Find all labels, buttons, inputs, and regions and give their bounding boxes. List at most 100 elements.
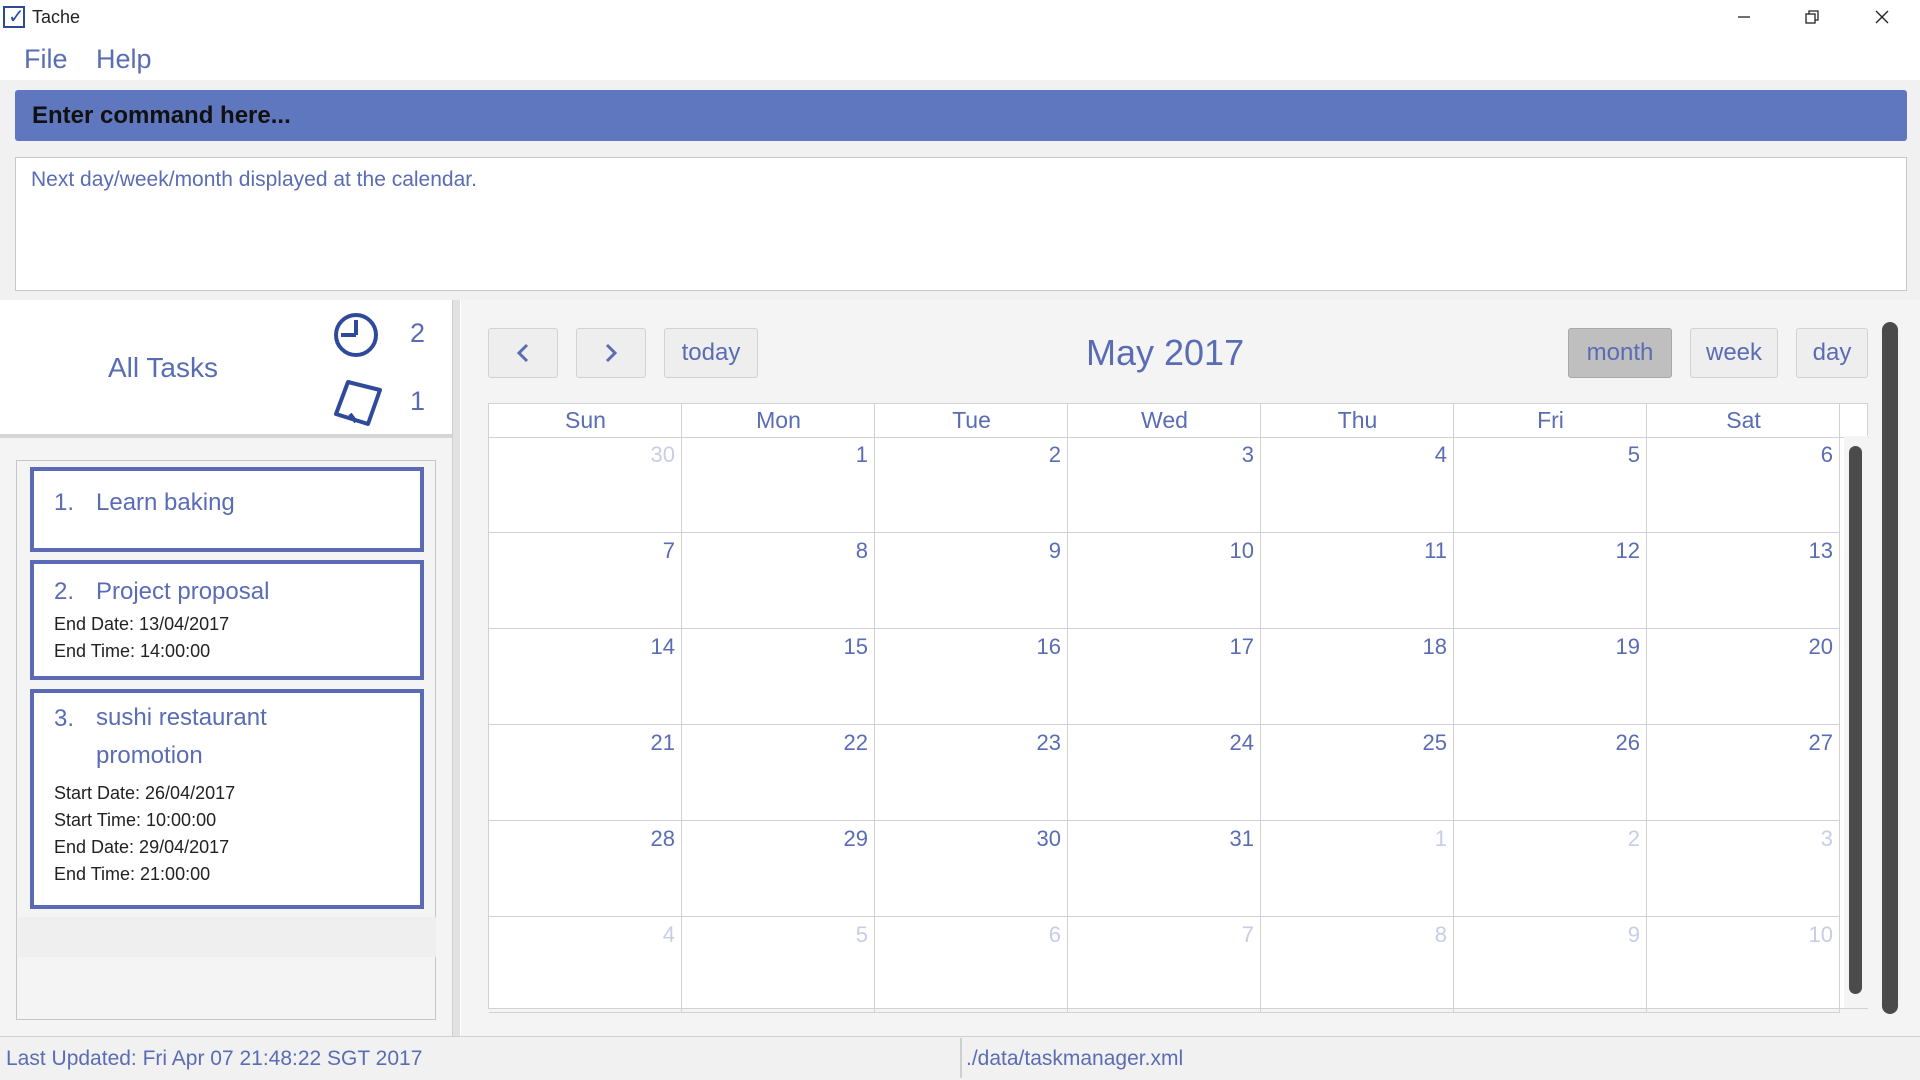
calendar-day-number: 31 bbox=[1229, 826, 1254, 851]
calendar-day-cell[interactable]: 10 bbox=[1068, 533, 1261, 629]
chevron-right-icon bbox=[605, 343, 618, 363]
calendar-day-cell[interactable]: 2 bbox=[875, 437, 1068, 533]
task-card[interactable]: 3. sushi restaurant promotion Start Date:… bbox=[30, 689, 424, 909]
task-name: Learn baking bbox=[96, 489, 235, 516]
calendar-day-cell[interactable]: 9 bbox=[875, 533, 1068, 629]
close-button[interactable] bbox=[1848, 0, 1916, 34]
status-separator bbox=[960, 1038, 962, 1078]
task-index: 1. bbox=[54, 489, 75, 516]
calendar-day-number: 15 bbox=[843, 634, 868, 659]
calendar-day-number: 11 bbox=[1424, 538, 1447, 563]
calendar-day-number: 14 bbox=[650, 634, 675, 659]
calendar-day-number: 9 bbox=[1627, 922, 1640, 947]
today-button[interactable]: today bbox=[664, 328, 758, 378]
calendar-day-cell[interactable]: 7 bbox=[489, 533, 682, 629]
calendar-day-cell[interactable]: 6 bbox=[1647, 437, 1840, 533]
prev-button[interactable] bbox=[488, 328, 558, 378]
calendar-day-cell[interactable]: 4 bbox=[1261, 437, 1454, 533]
calendar-day-cell[interactable]: 8 bbox=[682, 533, 875, 629]
calendar-day-cell[interactable]: 25 bbox=[1261, 725, 1454, 821]
calendar-day-cell[interactable]: 12 bbox=[1454, 533, 1647, 629]
calendar-grid: Sun Mon Tue Wed Thu Fri Sat 30 1 2 3 4 5 6 7 8 9 10 11 12 1… bbox=[488, 403, 1869, 1013]
calendar-day-cell[interactable]: 15 bbox=[682, 629, 875, 725]
calendar-day-number: 10 bbox=[1229, 538, 1254, 563]
calendar-day-cell[interactable]: 7 bbox=[1068, 917, 1261, 1013]
window-title: Tache bbox=[32, 7, 81, 27]
task-list[interactable]: 1. Learn baking 2. Project proposal End Da… bbox=[16, 460, 436, 1020]
menu-help[interactable]: Help bbox=[96, 44, 152, 75]
calendar-day-cell[interactable]: 22 bbox=[682, 725, 875, 821]
calendar-day-cell[interactable]: 1 bbox=[1261, 821, 1454, 917]
next-button[interactable] bbox=[576, 328, 646, 378]
calendar-title: May 2017 bbox=[1086, 332, 1245, 373]
floating-count: 1 bbox=[410, 386, 426, 416]
calendar-day-number: 10 bbox=[1808, 922, 1833, 947]
calendar-day-cell[interactable]: 2 bbox=[1454, 821, 1647, 917]
calendar-scrollbar[interactable] bbox=[1849, 446, 1862, 994]
menu-file[interactable]: File bbox=[24, 44, 68, 75]
calendar-day-number: 22 bbox=[843, 730, 868, 755]
calendar-day-cell[interactable]: 1 bbox=[682, 437, 875, 533]
calendar-day-number: 2 bbox=[1048, 442, 1061, 467]
window-scrollbar[interactable] bbox=[1882, 322, 1898, 1014]
minimize-button[interactable] bbox=[1710, 0, 1778, 34]
calendar-day-cell[interactable]: 11 bbox=[1261, 533, 1454, 629]
calendar-day-number: 8 bbox=[855, 538, 868, 563]
calendar-day-cell[interactable]: 17 bbox=[1068, 629, 1261, 725]
status-file-path: ./data/taskmanager.xml bbox=[966, 1047, 1184, 1070]
calendar-day-cell[interactable]: 30 bbox=[875, 821, 1068, 917]
calendar-day-cell[interactable]: 20 bbox=[1647, 629, 1840, 725]
calendar-day-cell[interactable]: 9 bbox=[1454, 917, 1647, 1013]
calendar-day-cell[interactable]: 26 bbox=[1454, 725, 1647, 821]
panel-divider[interactable] bbox=[452, 300, 460, 1036]
weekday-label: Sun bbox=[565, 407, 606, 433]
result-display: Next day/week/month displayed at the cal… bbox=[15, 157, 1907, 291]
calendar-day-cell[interactable]: 8 bbox=[1261, 917, 1454, 1013]
calendar-day-number: 13 bbox=[1808, 538, 1833, 563]
restore-button[interactable] bbox=[1778, 0, 1846, 34]
calendar-day-cell[interactable]: 29 bbox=[682, 821, 875, 917]
restore-icon bbox=[1805, 10, 1819, 24]
calendar-day-cell[interactable]: 30 bbox=[489, 437, 682, 533]
calendar-day-cell[interactable]: 5 bbox=[682, 917, 875, 1013]
clock-icon bbox=[332, 311, 380, 359]
week-view-button[interactable]: week bbox=[1690, 328, 1778, 378]
calendar-day-cell[interactable]: 28 bbox=[489, 821, 682, 917]
minimize-icon bbox=[1738, 16, 1750, 18]
calendar-day-cell[interactable]: 4 bbox=[489, 917, 682, 1013]
calendar-day-cell[interactable]: 23 bbox=[875, 725, 1068, 821]
calendar-day-cell[interactable]: 19 bbox=[1454, 629, 1647, 725]
calendar-day-cell[interactable]: 14 bbox=[489, 629, 682, 725]
calendar-day-number: 20 bbox=[1808, 634, 1833, 659]
list-row-stripe bbox=[18, 917, 436, 957]
calendar-day-cell[interactable]: 13 bbox=[1647, 533, 1840, 629]
calendar-day-number: 9 bbox=[1048, 538, 1061, 563]
calendar-day-cell[interactable]: 10 bbox=[1647, 917, 1840, 1013]
all-tasks-title[interactable]: All Tasks bbox=[108, 352, 218, 384]
task-card[interactable]: 2. Project proposal End Date: 13/04/2017 … bbox=[30, 560, 424, 680]
deadline-count: 2 bbox=[410, 318, 426, 348]
calendar-day-cell[interactable]: 27 bbox=[1647, 725, 1840, 821]
calendar-day-number: 16 bbox=[1036, 634, 1061, 659]
month-view-button[interactable]: month bbox=[1568, 328, 1672, 378]
calendar-day-cell[interactable]: 16 bbox=[875, 629, 1068, 725]
calendar-day-cell[interactable]: 3 bbox=[1068, 437, 1261, 533]
weekday-label: Wed bbox=[1141, 407, 1188, 433]
calendar-day-cell[interactable]: 31 bbox=[1068, 821, 1261, 917]
calendar-day-cell[interactable]: 3 bbox=[1647, 821, 1840, 917]
calendar-day-number: 8 bbox=[1434, 922, 1447, 947]
command-placeholder: Enter command here... bbox=[32, 101, 291, 129]
calendar-day-number: 2 bbox=[1627, 826, 1640, 851]
calendar-day-number: 25 bbox=[1422, 730, 1447, 755]
calendar-day-cell[interactable]: 21 bbox=[489, 725, 682, 821]
day-view-button[interactable]: day bbox=[1796, 328, 1868, 378]
calendar-day-cell[interactable]: 6 bbox=[875, 917, 1068, 1013]
task-end-time: End Time: 14:00:00 bbox=[54, 641, 211, 661]
calendar-day-number: 21 bbox=[650, 730, 675, 755]
task-card[interactable]: 1. Learn baking bbox=[30, 467, 424, 552]
calendar-day-cell[interactable]: 5 bbox=[1454, 437, 1647, 533]
calendar-day-cell[interactable]: 24 bbox=[1068, 725, 1261, 821]
command-input[interactable]: Enter command here... bbox=[15, 90, 1907, 141]
calendar-day-cell[interactable]: 18 bbox=[1261, 629, 1454, 725]
weekday-label: Tue bbox=[952, 407, 991, 433]
